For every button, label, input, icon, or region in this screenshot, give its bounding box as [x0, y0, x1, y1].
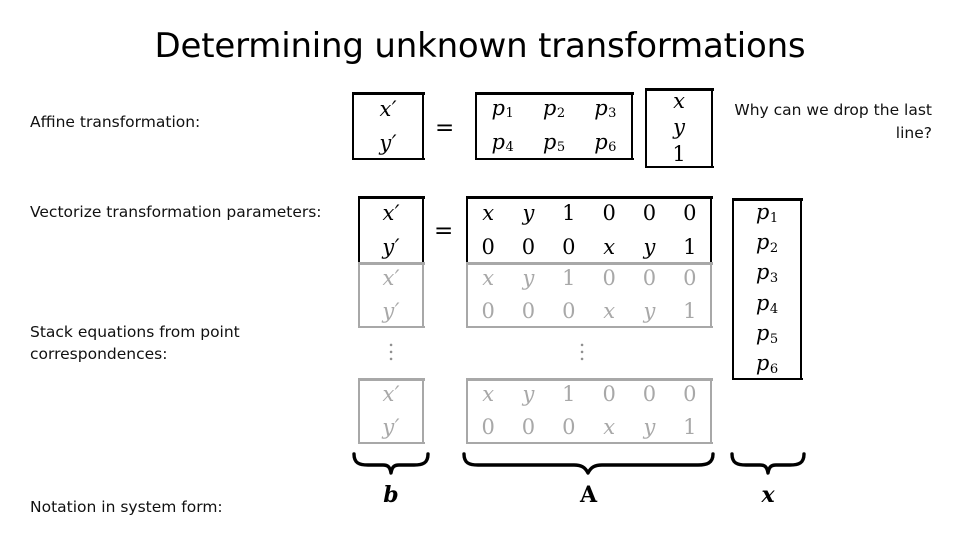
eq2-A-block-gray: x y 1 0 0 0 0 0 0 x y 1: [465, 262, 713, 328]
brace-A-label: A: [579, 482, 598, 508]
eq2-A-cell: 0: [683, 266, 697, 290]
eq2-A-cell: 1: [562, 200, 576, 225]
eq1-point-cell: y: [673, 115, 685, 140]
eq2-A-cell: 0: [683, 200, 697, 225]
eq2-A-cell: 1: [683, 234, 697, 259]
eq2-A-cell: y: [522, 200, 535, 225]
eq2-A-cell: 0: [481, 415, 495, 439]
eq2-A-cell: 0: [602, 382, 616, 406]
eq1-parameter-matrix: p1 p2 p3 p4 p5 p6: [474, 92, 634, 160]
eq2-p-cell: p4: [755, 290, 779, 317]
label-vectorize-parameters: Vectorize transformation parameters:: [30, 203, 322, 221]
eq1-matrix-cell: p1: [491, 95, 514, 122]
eq2-A-cell: x: [603, 234, 616, 259]
eq2-A-cell: 0: [562, 299, 576, 323]
eq1-equals-sign: =: [435, 115, 455, 141]
eq2-A-cell: 0: [642, 200, 657, 225]
eq2-A-block-last: x y 1 0 0 0 0 0 0 x y 1: [465, 378, 713, 444]
label-affine-transformation: Affine transformation:: [30, 113, 201, 131]
eq2-A-cell: x: [482, 382, 495, 406]
eq1-matrix-cell: p5: [542, 129, 566, 156]
eq2-p-cell: p3: [755, 260, 779, 287]
eq2-p-cell: p5: [755, 321, 779, 347]
eq2-A-cell: y: [643, 234, 656, 259]
eq1-point-cell: 1: [672, 142, 686, 167]
label-notation-system-form: Notation in system form:: [30, 498, 223, 516]
eq2-A-cell: 0: [481, 234, 495, 259]
eq2-A-cell: 1: [683, 299, 697, 323]
eq2-A-cell: x: [482, 200, 495, 225]
eq2-b-cell: x′: [382, 200, 400, 225]
eq2-p-cell: p1: [755, 199, 779, 226]
eq2-equals-sign: =: [434, 218, 454, 244]
brace-x-label: x: [761, 482, 775, 508]
eq2-A-cell: x: [482, 266, 495, 290]
brace-b-label: b: [383, 482, 399, 508]
eq2-A-cell: 0: [562, 415, 576, 439]
eq2-b-block-last: x′ y′: [357, 378, 425, 444]
eq1-homogeneous-point-vector: x y 1: [644, 88, 714, 168]
eq2-A-cell: 0: [642, 266, 657, 290]
eq1-lhs-cell: y′: [379, 130, 397, 155]
eq2-A-cell: 0: [683, 382, 697, 406]
eq2-A-block-dark: x y 1 0 0 0 0 0 0 x y 1: [465, 196, 713, 264]
eq2-A-cell: 1: [562, 382, 576, 406]
label-stack-equations: Stack equations from point correspondenc…: [30, 323, 240, 364]
eq2-A-cell: 0: [642, 382, 657, 406]
page-title: Determining unknown transformations: [154, 26, 806, 66]
eq2-b-cell: x′: [382, 382, 400, 406]
eq2-A-cell: 0: [521, 415, 536, 439]
eq2-A-cell: 0: [602, 266, 616, 290]
eq2-A-cell: 0: [481, 299, 495, 323]
side-note-question: Why can we drop the last line?: [734, 101, 932, 143]
brace-b: b: [352, 452, 430, 512]
eq2-b-cell: x′: [382, 266, 400, 290]
eq2-A-cell: 1: [683, 415, 697, 439]
brace-A: A: [462, 452, 715, 512]
eq2-A-cell: 0: [602, 200, 616, 225]
eq2-b-block-dark: x′ y′: [357, 196, 425, 264]
eq2-A-cell: x: [603, 415, 616, 439]
eq2-b-block-gray: x′ y′: [357, 262, 425, 328]
eq2-b-vertical-ellipsis: ...: [387, 327, 395, 365]
eq2-A-cell: 0: [562, 234, 576, 259]
eq2-b-cell: y′: [382, 299, 400, 323]
brace-x: x: [730, 452, 806, 512]
eq1-matrix-cell: p6: [594, 129, 617, 156]
eq2-b-cell: y′: [382, 234, 400, 259]
eq2-A-cell: 0: [521, 234, 536, 259]
eq2-A-cell: y: [522, 266, 535, 290]
eq2-p-cell: p2: [755, 230, 779, 256]
eq1-lhs-cell: x′: [379, 96, 397, 121]
eq2-A-cell: y: [643, 299, 656, 323]
eq2-A-vertical-ellipsis: ...: [578, 327, 586, 365]
eq2-p-cell: p6: [755, 351, 779, 378]
eq2-A-cell: 1: [562, 266, 576, 290]
eq2-A-cell: x: [603, 299, 616, 323]
eq2-A-cell: y: [522, 382, 535, 406]
eq2-b-cell: y′: [382, 415, 400, 439]
eq2-A-cell: 0: [521, 299, 536, 323]
eq1-matrix-cell: p2: [542, 95, 566, 122]
eq1-matrix-cell: p4: [491, 129, 514, 156]
eq1-point-cell: x: [673, 88, 685, 113]
eq2-A-cell: y: [643, 415, 656, 439]
eq1-lhs-vector: x′ y′: [351, 92, 425, 160]
eq2-parameter-vector: p1 p2 p3 p4 p5 p6: [731, 198, 803, 380]
eq1-matrix-cell: p3: [594, 95, 617, 122]
